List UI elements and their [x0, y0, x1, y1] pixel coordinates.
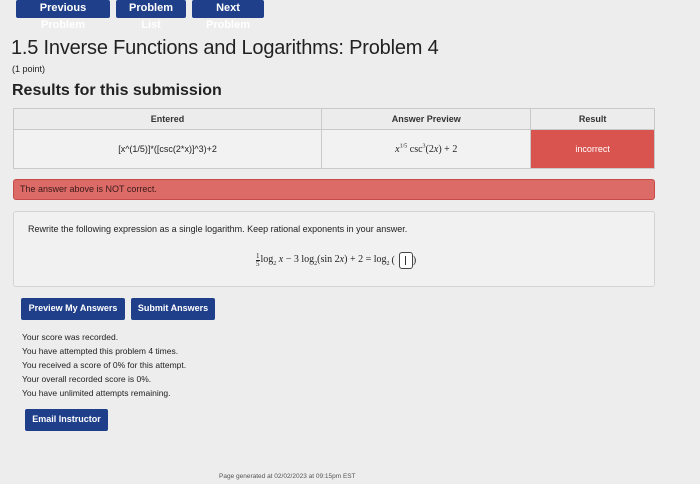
- submit-answers-button[interactable]: Submit Answers: [131, 298, 215, 320]
- message-line: You received a score of 0% for this atte…: [22, 360, 187, 370]
- table-row: [x^(1/5)]*([csc(2*x)]^3)+2 x1/5 csc3(2x)…: [12, 129, 655, 169]
- incorrect-alert: The answer above is NOT correct.: [13, 179, 655, 200]
- col-preview-header: Answer Preview: [321, 108, 532, 130]
- message-line: Your score was recorded.: [22, 332, 119, 342]
- result-status: incorrect: [530, 129, 655, 169]
- message-line: Your overall recorded score is 0%.: [22, 374, 152, 384]
- problem-list-button[interactable]: Problem List: [116, 0, 186, 31]
- page-title: 1.5 Inverse Functions and Logarithms: Pr…: [11, 37, 439, 59]
- next-problem-button[interactable]: Next Problem: [192, 0, 264, 31]
- results-heading: Results for this submission: [12, 82, 222, 99]
- answer-preview: x1/5 csc3(2x) + 2: [321, 129, 532, 169]
- problem-equation: 15 log2 x − 3 log2(sin 2x) + 2 = log2 ( …: [256, 252, 417, 269]
- message-line: You have attempted this problem 4 times.: [22, 346, 179, 356]
- answer-input[interactable]: [398, 252, 413, 269]
- email-instructor-button[interactable]: Email Instructor: [25, 409, 108, 431]
- problem-instruction: Rewrite the following expression as a si…: [28, 224, 408, 234]
- problem-box: Rewrite the following expression as a si…: [13, 211, 655, 287]
- entered-answer: [x^(1/5)]*([csc(2*x)]^3)+2: [12, 129, 323, 169]
- col-result-header: Result: [530, 108, 655, 130]
- page-footer: Page generated at 02/02/2023 at 09:15pm …: [219, 473, 356, 480]
- problem-points: (1 point): [12, 64, 46, 74]
- top-nav: Previous Problem Problem List Next Probl…: [0, 0, 700, 31]
- results-header-row: Entered Answer Preview Result: [12, 108, 655, 130]
- previous-problem-button[interactable]: Previous Problem: [16, 0, 110, 31]
- message-line: You have unlimited attempts remaining.: [22, 388, 171, 398]
- answer-preview-math: x1/5 csc3(2x) + 2: [395, 143, 458, 155]
- col-entered-header: Entered: [12, 108, 323, 130]
- results-table: Entered Answer Preview Result [x^(1/5)]*…: [12, 108, 655, 169]
- score-messages: Your score was recorded. You have attemp…: [22, 330, 186, 400]
- preview-answers-button[interactable]: Preview My Answers: [21, 298, 125, 320]
